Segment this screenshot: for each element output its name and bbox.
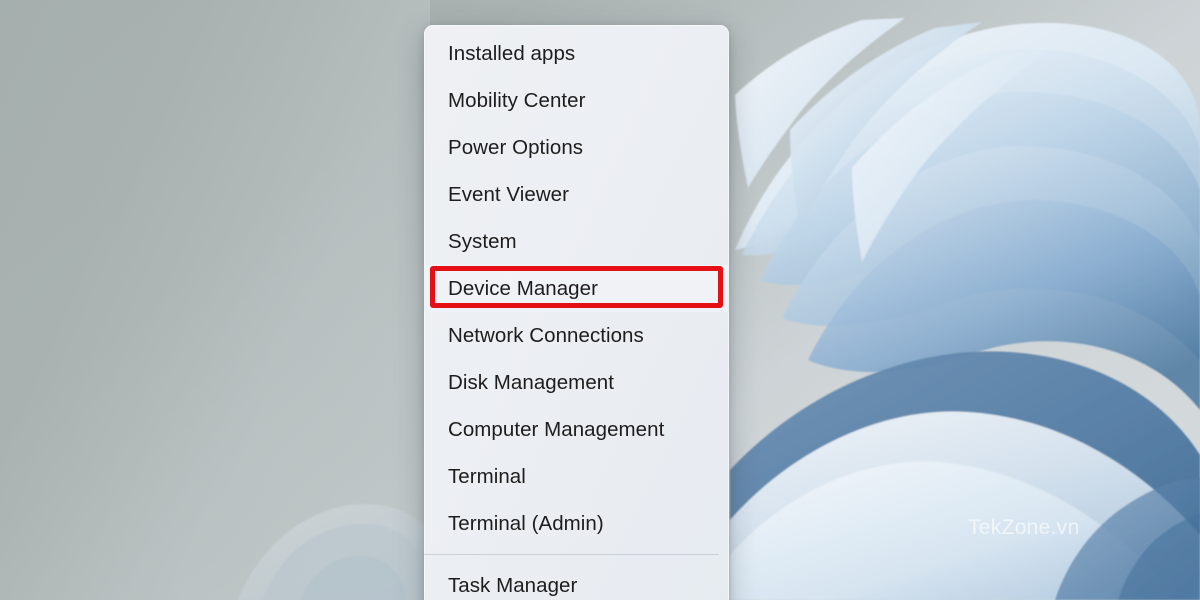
menu-item-label: Power Options	[448, 136, 583, 160]
desktop: TekZone.vn Installed apps Mobility Cente…	[0, 0, 1200, 600]
menu-item-label: Terminal	[448, 465, 526, 489]
menu-item-terminal-admin[interactable]: Terminal (Admin)	[424, 500, 729, 547]
menu-item-label: Disk Management	[448, 371, 614, 395]
menu-item-power-options[interactable]: Power Options	[424, 124, 729, 171]
menu-item-task-manager[interactable]: Task Manager	[424, 562, 729, 600]
menu-item-mobility-center[interactable]: Mobility Center	[424, 77, 729, 124]
menu-item-label: Device Manager	[448, 277, 598, 301]
menu-divider	[424, 554, 719, 555]
menu-item-device-manager[interactable]: Device Manager	[424, 265, 729, 312]
menu-item-terminal[interactable]: Terminal	[424, 453, 729, 500]
menu-item-computer-management[interactable]: Computer Management	[424, 406, 729, 453]
menu-item-label: Computer Management	[448, 418, 664, 442]
menu-item-disk-management[interactable]: Disk Management	[424, 359, 729, 406]
menu-item-label: Network Connections	[448, 324, 644, 348]
menu-item-label: Installed apps	[448, 42, 575, 66]
menu-item-label: Event Viewer	[448, 183, 569, 207]
menu-item-installed-apps[interactable]: Installed apps	[424, 30, 729, 77]
menu-item-network-connections[interactable]: Network Connections	[424, 312, 729, 359]
menu-group-primary: Installed apps Mobility Center Power Opt…	[424, 30, 729, 547]
menu-item-system[interactable]: System	[424, 218, 729, 265]
menu-item-label: Terminal (Admin)	[448, 512, 604, 536]
menu-item-label: Task Manager	[448, 574, 577, 598]
menu-item-label: System	[448, 230, 517, 254]
menu-group-secondary: Task Manager	[424, 562, 729, 600]
menu-item-event-viewer[interactable]: Event Viewer	[424, 171, 729, 218]
menu-item-label: Mobility Center	[448, 89, 585, 113]
win-x-power-user-menu[interactable]: Installed apps Mobility Center Power Opt…	[424, 25, 729, 600]
